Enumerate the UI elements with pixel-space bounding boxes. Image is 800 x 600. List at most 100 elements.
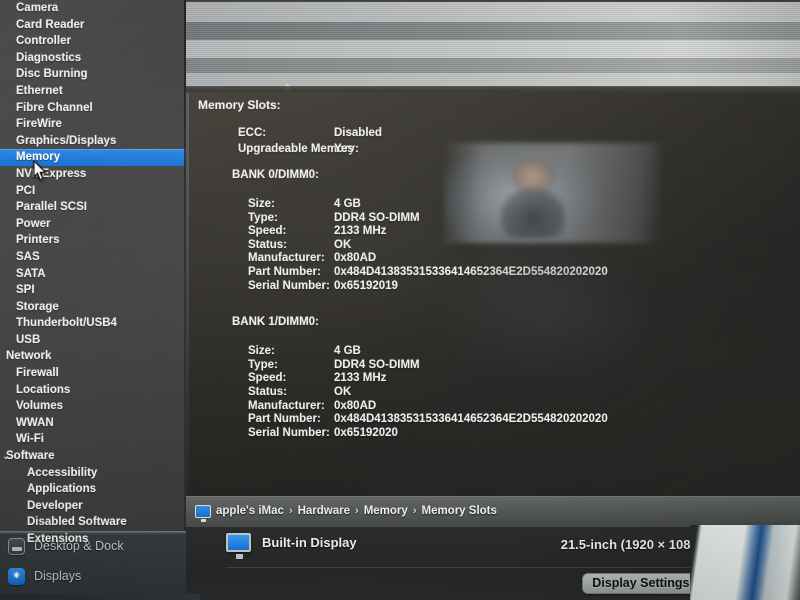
memory-detail-pane: Memory Slots: ECC: Disabled Upgradeable Mem… [186,92,800,496]
detail-row: ECC: Disabled [238,127,382,139]
sidebar-item-storage[interactable]: Storage [0,299,186,316]
sidebar-item-applications[interactable]: Applications [0,481,186,498]
detail-value: OK [334,238,352,251]
sidebar-item-extensions[interactable]: Extensions [0,531,186,548]
detail-row: Manufacturer: 0x80AD [248,252,376,264]
sidebar-item-software[interactable]: ⌄ Software [0,448,186,465]
breadcrumb-segment[interactable]: Memory [364,505,408,517]
sidebar-item-label: FireWire [16,118,62,131]
background-window-right [690,525,800,600]
sidebar-item-firewall[interactable]: Firewall [0,365,186,382]
sidebar-item-power[interactable]: Power [0,216,186,233]
breadcrumb[interactable]: apple's iMac › Hardware › Memory › Memory Slot… [186,496,800,525]
sidebar-item-label: WWAN [16,416,54,429]
detail-row: Part Number: 0x484D413835315336414652364E… [248,413,608,425]
breadcrumb-segment[interactable]: Memory Slots [421,505,496,517]
sidebar-item-label: Diagnostics [16,51,82,64]
sidebar-item-accessibility[interactable]: Accessibility [0,465,186,482]
sidebar-item-thunderbolt-usb4[interactable]: Thunderbolt/USB4 [0,315,186,332]
bank-header: BANK 1/DIMM0: [232,316,319,329]
sidebar-item-pci[interactable]: PCI [0,183,186,200]
detail-value: 2133 MHz [334,225,387,238]
sidebar-item-label: Storage [16,300,59,313]
sidebar-item-label: Ethernet [16,84,63,97]
breadcrumb-segment[interactable]: Hardware [298,505,350,517]
detail-row: Serial Number: 0x65192019 [248,280,398,292]
detail-row: Type: DDR4 SO-DIMM [248,359,420,371]
detail-key: Serial Number: [248,426,330,439]
detail-row: Part Number: 0x484D413835315336414652364E… [248,266,608,278]
detail-value: 0x65192019 [334,279,398,292]
chevron-down-icon[interactable]: ⌄ [3,448,9,465]
sidebar-item-card-reader[interactable]: Card Reader [0,17,186,34]
sidebar-item-label: Firewall [16,367,59,380]
window-top-edge [186,86,800,93]
detail-key: Upgradeable Memory: [238,142,359,155]
sidebar-item-spi[interactable]: SPI [0,282,186,299]
sidebar-item-firewire[interactable]: FireWire [0,116,186,133]
detail-key: Manufacturer: [248,399,325,412]
background-window-bottom [0,594,200,600]
sidebar-item-nvmexpress[interactable]: NVMExpress [0,166,186,183]
settings-item-displays[interactable]: Displays [0,561,195,591]
sidebar-item-label: Card Reader [16,18,85,31]
breadcrumb-separator: › [355,505,359,517]
detail-value: 4 GB [334,345,361,358]
sidebar-item-memory[interactable]: Memory [0,149,186,166]
detail-value: 0x484D413835315336414652364E2D5548202020… [334,413,608,426]
sidebar-item-label: NVMExpress [16,167,87,180]
sidebar-item-label: USB [16,333,41,346]
detail-row: Speed: 2133 MHz [248,372,386,384]
detail-value: 0x65192020 [334,426,398,439]
sidebar-item-label: SPI [16,284,35,297]
sidebar-item-volumes[interactable]: Volumes [0,398,186,415]
system-information-sidebar[interactable]: Camera Card Reader Controller Diagnostics Di… [0,0,186,545]
sidebar-item-sata[interactable]: SATA [0,266,186,283]
sidebar-item-ethernet[interactable]: Ethernet [0,83,186,100]
sidebar-item-disabled-software[interactable]: Disabled Software [0,514,186,531]
detail-row: Type: DDR4 SO-DIMM [248,212,420,224]
sidebar-item-label: Parallel SCSI [16,201,87,214]
sidebar-item-camera[interactable]: Camera [0,0,186,17]
bank-header: BANK 0/DIMM0: [232,169,319,181]
detail-value: Disabled [334,127,382,139]
sidebar-item-diagnostics[interactable]: Diagnostics [0,50,186,67]
sidebar-item-label: Disc Burning [16,68,88,81]
detail-row: Manufacturer: 0x80AD [248,400,376,412]
sidebar-item-sas[interactable]: SAS [0,249,186,266]
sidebar-item-label: Printers [16,234,60,247]
detail-key: Manufacturer: [248,252,325,265]
detail-key: Speed: [248,372,287,385]
detail-key: Size: [248,345,275,358]
sidebar-item-graphics-displays[interactable]: Graphics/Displays [0,133,186,150]
detail-row: Status: OK [248,386,351,398]
detail-key: Size: [248,198,275,210]
sidebar-item-parallel-scsi[interactable]: Parallel SCSI [0,199,186,216]
sidebar-item-locations[interactable]: Locations [0,382,186,399]
breadcrumb-segment[interactable]: apple's iMac [216,505,284,517]
sidebar-item-disc-burning[interactable]: Disc Burning [0,66,186,83]
sidebar-item-wi-fi[interactable]: Wi-Fi [0,431,186,448]
breadcrumb-separator: › [288,505,293,517]
detail-row: Size: 4 GB [248,198,361,210]
sidebar-item-fibre-channel[interactable]: Fibre Channel [0,100,186,117]
detail-row: Size: 4 GB [248,345,361,357]
sidebar-item-label: Accessibility [27,466,98,479]
sidebar-item-controller[interactable]: Controller [0,33,186,50]
detail-key: Status: [248,386,287,398]
sidebar-item-label: Thunderbolt/USB4 [16,317,117,330]
sidebar-item-usb[interactable]: USB [0,332,186,349]
sidebar-item-label: Locations [16,383,71,396]
sidebar-item-printers[interactable]: Printers [0,232,186,249]
built-in-display-row[interactable]: Built-in Display [226,533,357,559]
sidebar-item-label: Software [6,450,55,463]
detail-value: 0x80AD [334,399,377,412]
sidebar-item-network[interactable]: Network [0,348,186,365]
sidebar-item-developer[interactable]: Developer [0,498,186,515]
detail-row: Status: OK [248,239,351,251]
detail-value: Yes [334,142,354,155]
sidebar-item-wwan[interactable]: WWAN [0,415,186,432]
sidebar-item-label: Wi-Fi [16,433,44,446]
sidebar-item-label: Camera [16,2,59,14]
detail-key: Type: [248,358,278,371]
